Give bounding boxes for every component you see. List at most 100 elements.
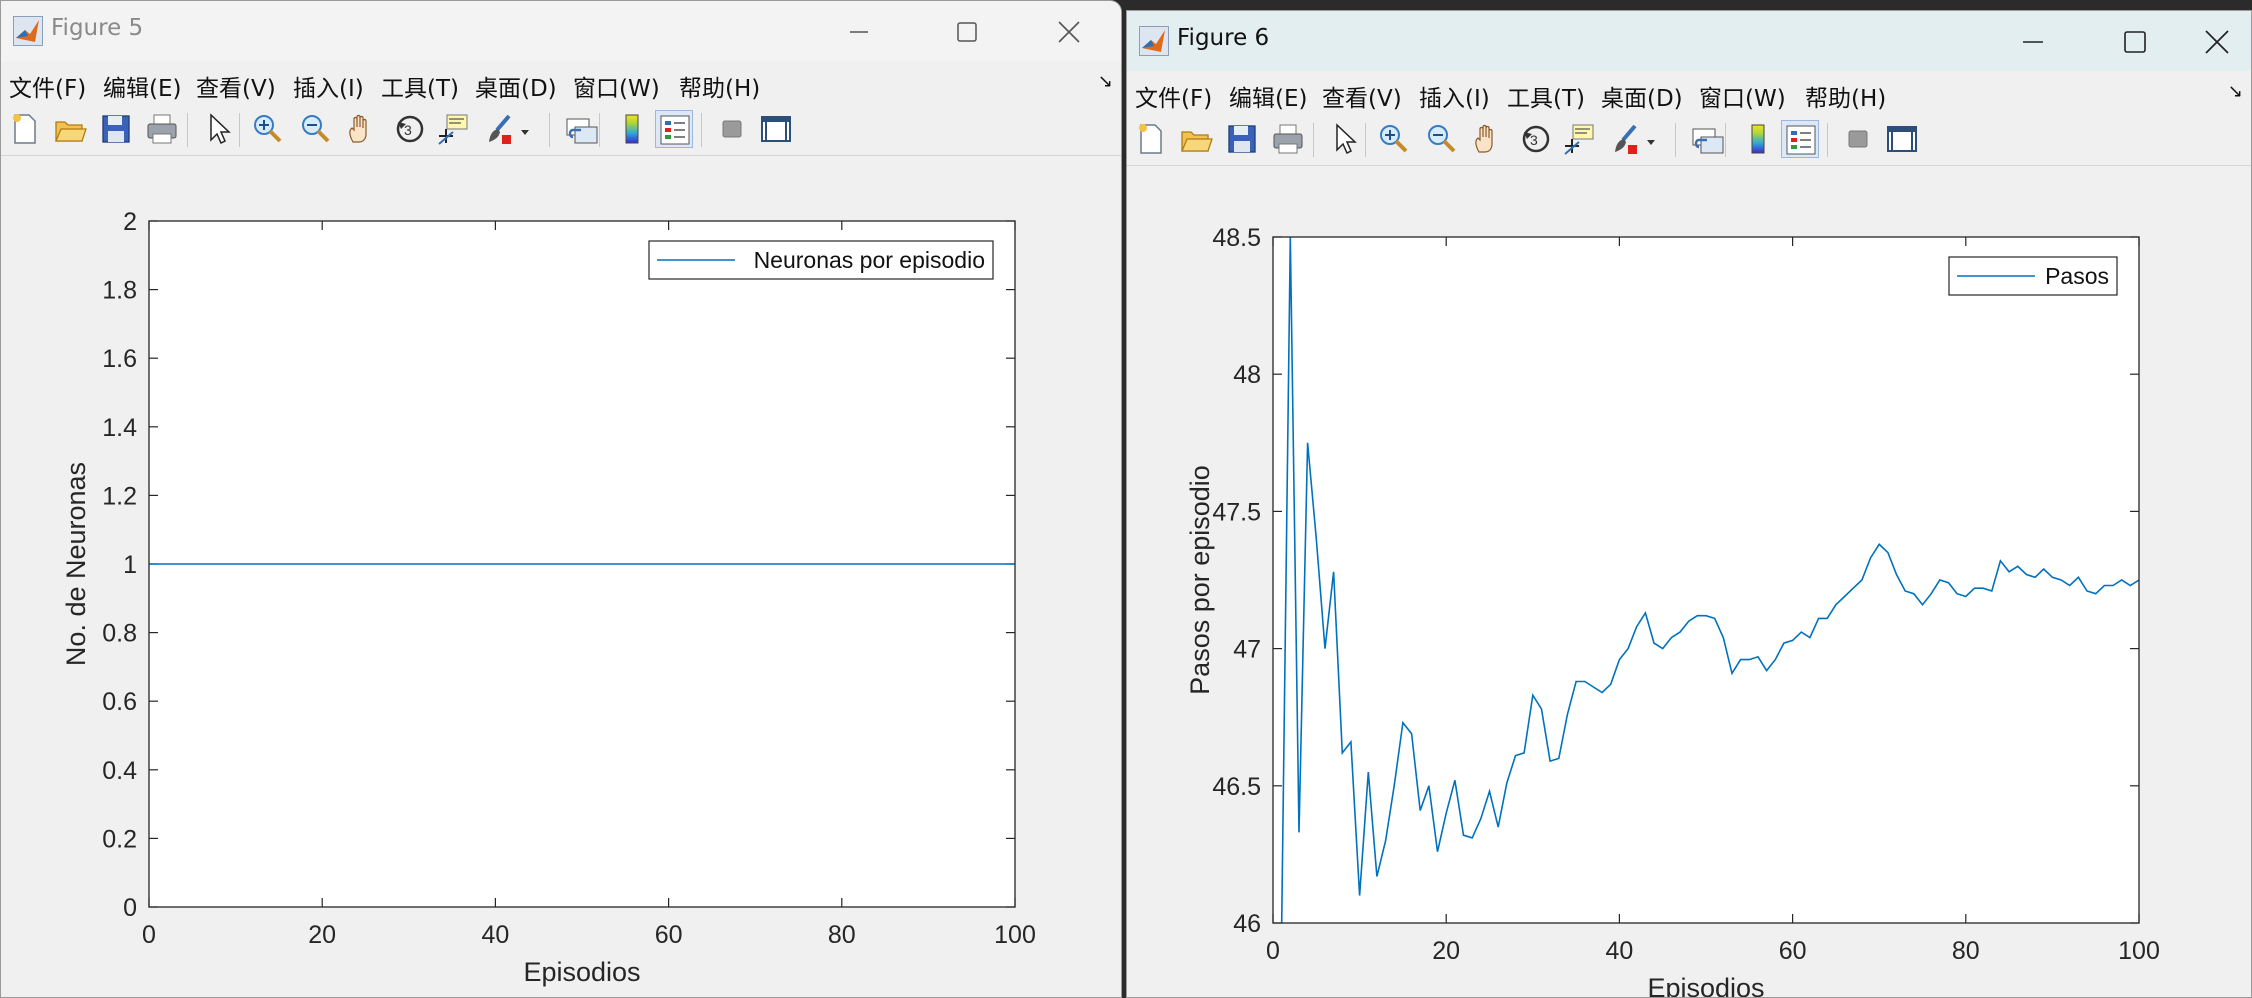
dock-arrow-icon[interactable]: ↘ xyxy=(2228,81,2243,102)
menu-tools[interactable]: 工具(T) xyxy=(1507,79,1585,113)
menu-desktop[interactable]: 桌面(D) xyxy=(475,69,557,103)
link-plot-button[interactable] xyxy=(1689,120,1727,158)
maximize-icon xyxy=(2124,31,2146,53)
legend[interactable]: Neuronas por episodio xyxy=(648,240,994,280)
rotate-3d-button[interactable]: 3 xyxy=(391,110,429,148)
save-button[interactable] xyxy=(97,110,135,148)
minimize-icon xyxy=(2023,41,2043,43)
pan-hand-button[interactable] xyxy=(1469,120,1507,158)
menu-edit[interactable]: 编辑(E) xyxy=(1229,79,1307,113)
legend-button[interactable] xyxy=(655,110,693,148)
close-button[interactable] xyxy=(2187,19,2247,65)
plot-area: 0 20 40 60 80 100 46 46.5 47 47.5 48 48.5 Episodios P… xyxy=(1185,224,2160,997)
maximize-button[interactable] xyxy=(937,9,997,55)
menu-window[interactable]: 窗口(W) xyxy=(1699,79,1786,113)
y-tick-label: 48 xyxy=(1233,361,1261,389)
legend[interactable]: Pasos xyxy=(1948,256,2118,296)
minimize-button[interactable] xyxy=(829,9,889,55)
link-plot-icon xyxy=(566,118,598,144)
menu-bar: 文件(F) 编辑(E) 查看(V) 插入(I) 工具(T) 桌面(D) 窗口(W… xyxy=(1,61,1121,105)
plot-area: 0 20 40 60 80 100 0 0.2 0.4 0.6 0.8 1 1.2 1.4 1.6 1.8 2 E… xyxy=(61,208,1036,987)
close-button[interactable] xyxy=(1039,9,1099,55)
y-tick-label: 0.8 xyxy=(102,620,137,648)
y-tick-label: 1.8 xyxy=(102,277,137,305)
brush-icon xyxy=(1615,124,1655,154)
zoom-out-button[interactable] xyxy=(297,110,335,148)
rotate-3d-icon: 3 xyxy=(1522,125,1550,153)
legend-icon xyxy=(1786,125,1816,155)
toolbar-separator xyxy=(239,113,240,147)
menu-file[interactable]: 文件(F) xyxy=(9,69,86,103)
zoom-in-button[interactable] xyxy=(1375,120,1413,158)
svg-text:3: 3 xyxy=(1530,132,1538,148)
edit-plot-arrow-button[interactable] xyxy=(1325,120,1363,158)
print-button[interactable] xyxy=(143,110,181,148)
show-plot-tools-button[interactable] xyxy=(757,110,795,148)
toolbar-separator xyxy=(1313,123,1314,157)
open-file-button[interactable] xyxy=(1177,120,1215,158)
brush-button[interactable] xyxy=(481,110,533,148)
data-cursor-button[interactable] xyxy=(435,110,473,148)
menu-desktop[interactable]: 桌面(D) xyxy=(1601,79,1683,113)
x-tick-label: 20 xyxy=(308,921,336,949)
edit-plot-arrow-button[interactable] xyxy=(199,110,237,148)
window-title: Figure 6 xyxy=(1177,25,1270,51)
brush-button[interactable] xyxy=(1607,120,1659,158)
rotate-3d-button[interactable]: 3 xyxy=(1517,120,1555,158)
y-tick-label: 1.6 xyxy=(102,345,137,373)
x-tick-label: 100 xyxy=(994,921,1036,949)
x-tick-label: 20 xyxy=(1432,937,1460,965)
print-button[interactable] xyxy=(1269,120,1307,158)
zoom-in-button[interactable] xyxy=(249,110,287,148)
menu-help[interactable]: 帮助(H) xyxy=(679,69,760,103)
maximize-icon xyxy=(957,22,977,42)
title-bar[interactable]: Figure 6 xyxy=(1127,11,2251,71)
link-plot-icon xyxy=(1692,128,1724,154)
legend-button[interactable] xyxy=(1781,120,1819,158)
menu-tools[interactable]: 工具(T) xyxy=(381,69,459,103)
matlab-logo-icon xyxy=(1139,26,1169,56)
x-tick-label: 80 xyxy=(1952,937,1980,965)
y-tick-label: 0.6 xyxy=(102,688,137,716)
brush-icon xyxy=(489,114,529,144)
link-plot-button[interactable] xyxy=(563,110,601,148)
toolbar-separator xyxy=(1365,123,1366,157)
pan-hand-icon xyxy=(1475,124,1493,153)
maximize-button[interactable] xyxy=(2105,19,2165,65)
new-figure-button[interactable] xyxy=(7,110,45,148)
show-plot-tools-icon xyxy=(1887,126,1917,152)
hide-plot-tools-button[interactable] xyxy=(1839,120,1877,158)
menu-insert[interactable]: 插入(I) xyxy=(293,69,364,103)
y-tick-label: 47.5 xyxy=(1212,498,1261,526)
menu-view[interactable]: 查看(V) xyxy=(1322,79,1402,113)
show-plot-tools-button[interactable] xyxy=(1883,120,1921,158)
legend-entry-label: Neuronas por episodio xyxy=(754,247,985,273)
open-file-button[interactable] xyxy=(51,110,89,148)
menu-view[interactable]: 查看(V) xyxy=(196,69,276,103)
y-tick-label: 47 xyxy=(1233,636,1261,664)
data-cursor-button[interactable] xyxy=(1561,120,1599,158)
menu-insert[interactable]: 插入(I) xyxy=(1419,79,1490,113)
print-icon xyxy=(1273,124,1303,154)
title-bar[interactable]: Figure 5 xyxy=(1,1,1121,61)
menu-edit[interactable]: 编辑(E) xyxy=(103,69,181,103)
menu-file[interactable]: 文件(F) xyxy=(1135,79,1212,113)
colorbar-button[interactable] xyxy=(613,110,651,148)
menu-window[interactable]: 窗口(W) xyxy=(573,69,660,103)
new-figure-button[interactable] xyxy=(1133,120,1171,158)
menu-help[interactable]: 帮助(H) xyxy=(1805,79,1886,113)
toolbar-separator xyxy=(1675,123,1676,157)
y-tick-label: 46.5 xyxy=(1212,773,1261,801)
colorbar-button[interactable] xyxy=(1739,120,1777,158)
hide-plot-tools-button[interactable] xyxy=(713,110,751,148)
save-button[interactable] xyxy=(1223,120,1261,158)
minimize-button[interactable] xyxy=(2003,19,2063,65)
x-tick-label: 100 xyxy=(2118,937,2160,965)
toolbar-separator xyxy=(701,113,702,147)
zoom-out-button[interactable] xyxy=(1423,120,1461,158)
pan-hand-button[interactable] xyxy=(343,110,381,148)
y-tick-label: 1.4 xyxy=(102,414,137,442)
dock-arrow-icon[interactable]: ↘ xyxy=(1098,71,1113,92)
y-tick-label: 48.5 xyxy=(1212,224,1261,252)
data-cursor-icon xyxy=(1564,124,1594,155)
